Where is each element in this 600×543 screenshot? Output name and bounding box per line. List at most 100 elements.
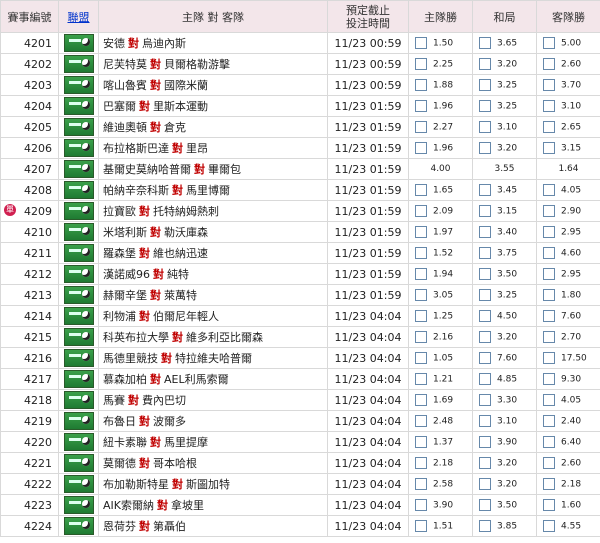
home-win-odds: 4.00 — [430, 164, 451, 174]
away-win-checkbox[interactable] — [543, 142, 555, 154]
soccer-league-icon[interactable] — [63, 202, 94, 220]
draw-checkbox[interactable] — [479, 37, 491, 49]
away-win-checkbox[interactable] — [543, 100, 555, 112]
home-win-checkbox[interactable] — [415, 373, 427, 385]
home-win-checkbox[interactable] — [415, 499, 427, 511]
soccer-league-icon[interactable] — [63, 307, 94, 325]
away-win-checkbox[interactable] — [543, 478, 555, 490]
draw-checkbox[interactable] — [479, 520, 491, 532]
home-win-checkbox[interactable] — [415, 394, 427, 406]
away-win-checkbox[interactable] — [543, 121, 555, 133]
draw-checkbox[interactable] — [479, 331, 491, 343]
soccer-league-icon[interactable] — [63, 328, 94, 346]
away-win-checkbox[interactable] — [543, 415, 555, 427]
draw-checkbox[interactable] — [479, 352, 491, 364]
header-league-link[interactable]: 聯盟 — [58, 0, 99, 33]
draw-checkbox[interactable] — [479, 121, 491, 133]
home-win-checkbox[interactable] — [415, 310, 427, 322]
away-win-checkbox[interactable] — [543, 79, 555, 91]
soccer-league-icon[interactable] — [63, 517, 94, 535]
soccer-league-icon[interactable] — [63, 391, 94, 409]
soccer-league-icon[interactable] — [63, 433, 94, 451]
soccer-league-icon[interactable] — [63, 223, 94, 241]
draw-checkbox[interactable] — [479, 100, 491, 112]
draw-checkbox[interactable] — [479, 394, 491, 406]
draw-checkbox[interactable] — [479, 268, 491, 280]
home-win-checkbox[interactable] — [415, 457, 427, 469]
soccer-league-icon[interactable] — [63, 139, 94, 157]
soccer-league-icon[interactable] — [63, 181, 94, 199]
away-win-checkbox[interactable] — [543, 520, 555, 532]
away-win-checkbox[interactable] — [543, 373, 555, 385]
draw-checkbox[interactable] — [479, 58, 491, 70]
home-win-checkbox[interactable] — [415, 247, 427, 259]
home-win-checkbox[interactable] — [415, 100, 427, 112]
home-win-checkbox[interactable] — [415, 289, 427, 301]
draw-checkbox[interactable] — [479, 373, 491, 385]
soccer-league-icon[interactable] — [63, 55, 94, 73]
soccer-league-icon[interactable] — [63, 76, 94, 94]
home-win-checkbox[interactable] — [415, 58, 427, 70]
draw-checkbox[interactable] — [479, 499, 491, 511]
away-win-checkbox[interactable] — [543, 226, 555, 238]
soccer-league-icon[interactable] — [63, 370, 94, 388]
draw-checkbox[interactable] — [479, 142, 491, 154]
draw-checkbox[interactable] — [479, 457, 491, 469]
draw-checkbox[interactable] — [479, 310, 491, 322]
away-win-checkbox[interactable] — [543, 394, 555, 406]
soccer-league-icon[interactable] — [63, 244, 94, 262]
soccer-league-icon[interactable] — [63, 286, 94, 304]
soccer-league-icon[interactable] — [63, 412, 94, 430]
draw-checkbox[interactable] — [479, 226, 491, 238]
away-win-checkbox[interactable] — [543, 205, 555, 217]
home-win-checkbox[interactable] — [415, 142, 427, 154]
away-win-checkbox[interactable] — [543, 499, 555, 511]
draw-checkbox[interactable] — [479, 79, 491, 91]
soccer-league-icon[interactable] — [63, 265, 94, 283]
soccer-league-icon[interactable] — [63, 34, 94, 52]
home-win-checkbox[interactable] — [415, 205, 427, 217]
home-win-cell: 2.48 — [408, 410, 473, 432]
draw-checkbox[interactable] — [479, 205, 491, 217]
away-win-checkbox[interactable] — [543, 289, 555, 301]
match-number: 4210 — [0, 221, 59, 243]
draw-checkbox[interactable] — [479, 478, 491, 490]
draw-checkbox[interactable] — [479, 415, 491, 427]
home-win-checkbox[interactable] — [415, 37, 427, 49]
draw-checkbox[interactable] — [479, 289, 491, 301]
league-cell — [58, 326, 99, 348]
away-win-checkbox[interactable] — [543, 310, 555, 322]
away-win-checkbox[interactable] — [543, 436, 555, 448]
soccer-league-icon[interactable] — [63, 475, 94, 493]
soccer-league-icon[interactable] — [63, 118, 94, 136]
home-win-checkbox[interactable] — [415, 79, 427, 91]
away-win-checkbox[interactable] — [543, 58, 555, 70]
home-win-checkbox[interactable] — [415, 226, 427, 238]
home-win-checkbox[interactable] — [415, 415, 427, 427]
soccer-league-icon[interactable] — [63, 349, 94, 367]
home-win-checkbox[interactable] — [415, 184, 427, 196]
home-win-checkbox[interactable] — [415, 331, 427, 343]
away-team: 馬里博爾 — [186, 184, 230, 197]
away-win-checkbox[interactable] — [543, 331, 555, 343]
home-win-checkbox[interactable] — [415, 478, 427, 490]
home-win-checkbox[interactable] — [415, 121, 427, 133]
draw-checkbox[interactable] — [479, 184, 491, 196]
home-win-checkbox[interactable] — [415, 520, 427, 532]
home-win-checkbox[interactable] — [415, 268, 427, 280]
home-team: 維迪奧頓 — [103, 121, 147, 134]
draw-checkbox[interactable] — [479, 247, 491, 259]
home-win-checkbox[interactable] — [415, 436, 427, 448]
away-win-checkbox[interactable] — [543, 352, 555, 364]
soccer-league-icon[interactable] — [63, 496, 94, 514]
soccer-league-icon[interactable] — [63, 97, 94, 115]
soccer-league-icon[interactable] — [63, 160, 94, 178]
home-win-checkbox[interactable] — [415, 352, 427, 364]
away-win-checkbox[interactable] — [543, 268, 555, 280]
away-win-checkbox[interactable] — [543, 37, 555, 49]
draw-checkbox[interactable] — [479, 436, 491, 448]
soccer-league-icon[interactable] — [63, 454, 94, 472]
away-win-checkbox[interactable] — [543, 184, 555, 196]
away-win-checkbox[interactable] — [543, 457, 555, 469]
away-win-checkbox[interactable] — [543, 247, 555, 259]
